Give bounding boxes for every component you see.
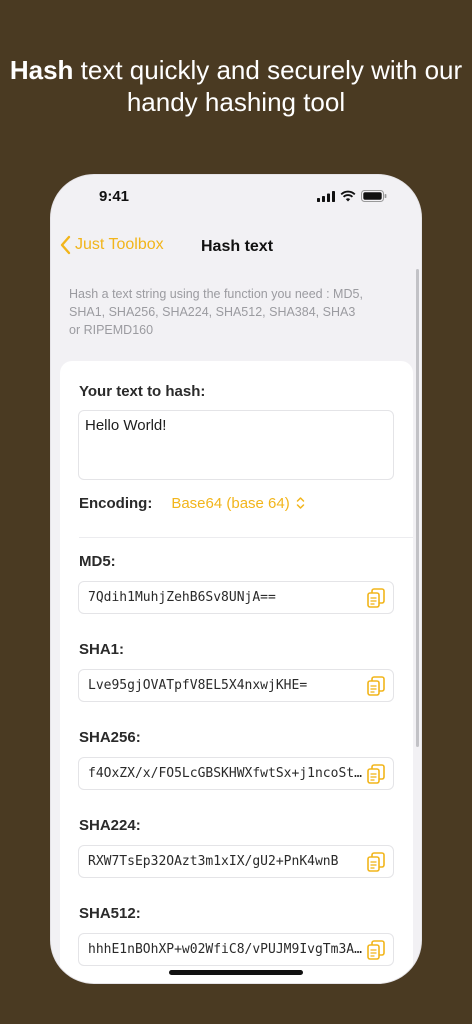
- status-bar: 9:41: [51, 175, 421, 219]
- phone-frame: 9:41 Just Toolbox Hash text Hash a text …: [50, 174, 422, 984]
- tool-description: Hash a text string using the function yo…: [69, 287, 363, 337]
- input-label: Your text to hash:: [79, 383, 206, 400]
- copy-icon: [367, 940, 385, 960]
- copy-icon: [367, 764, 385, 784]
- encoding-picker[interactable]: Base64 (base 64): [171, 495, 304, 512]
- text-to-hash-input[interactable]: Hello World!: [78, 410, 394, 480]
- status-time: 9:41: [99, 188, 130, 205]
- hash-output-md5[interactable]: 7Qdih1MuhjZehB6Sv8UNjA==: [78, 581, 394, 614]
- home-indicator[interactable]: [169, 970, 303, 975]
- copy-button-sha256[interactable]: [365, 763, 387, 785]
- promo-headline: Hash text quickly and securely with our …: [0, 54, 472, 118]
- hash-form-card: Your text to hash: Hello World! Encoding…: [60, 361, 413, 983]
- back-button[interactable]: Just Toolbox: [59, 235, 164, 255]
- encoding-value: Base64 (base 64): [171, 494, 290, 512]
- hash-label-md5: MD5:: [79, 553, 116, 570]
- chevron-left-icon: [60, 235, 71, 255]
- battery-icon: [361, 190, 387, 202]
- headline-rest: text quickly and securely with our handy…: [73, 55, 463, 117]
- hash-value-sha256: f4OxZX/x/FO5LcGBSKHWXfwtSx+j1ncoSt3SABJt…: [88, 766, 363, 781]
- copy-button-sha224[interactable]: [365, 851, 387, 873]
- hash-label-sha512: SHA512:: [79, 905, 141, 922]
- hash-value-sha512: hhhE1nBOhXP+w02WfiC8/vPUJM9IvgTm3AjyvVjH…: [88, 942, 363, 957]
- copy-button-sha1[interactable]: [365, 675, 387, 697]
- scrollbar[interactable]: [416, 269, 419, 747]
- navigation-bar: Just Toolbox Hash text: [51, 231, 421, 263]
- wifi-icon: [340, 190, 356, 202]
- hash-output-sha1[interactable]: Lve95gjOVATpfV8EL5X4nxwjKHE=: [78, 669, 394, 702]
- copy-button-md5[interactable]: [365, 587, 387, 609]
- copy-icon: [367, 588, 385, 608]
- hash-label-sha1: SHA1:: [79, 641, 125, 658]
- hash-output-sha512[interactable]: hhhE1nBOhXP+w02WfiC8/vPUJM9IvgTm3AjyvVjH…: [78, 933, 394, 966]
- headline-bold: Hash: [9, 55, 74, 85]
- copy-icon: [367, 676, 385, 696]
- hash-output-sha256[interactable]: f4OxZX/x/FO5LcGBSKHWXfwtSx+j1ncoSt3SABJt…: [78, 757, 394, 790]
- hash-label-sha224: SHA224:: [79, 817, 141, 834]
- chevron-up-down-icon: [296, 497, 304, 509]
- hash-value-sha224: RXW7TsEp32OAzt3m1xIX/gU2+PnK4wnB: [88, 854, 339, 869]
- hash-output-sha224[interactable]: RXW7TsEp32OAzt3m1xIX/gU2+PnK4wnB: [78, 845, 394, 878]
- back-button-label: Just Toolbox: [75, 236, 164, 253]
- hash-value-sha1: Lve95gjOVATpfV8EL5X4nxwjKHE=: [88, 678, 308, 693]
- encoding-row: Encoding: Base64 (base 64): [79, 492, 305, 514]
- signal-icon: [317, 190, 335, 202]
- hash-value-md5: 7Qdih1MuhjZehB6Sv8UNjA==: [88, 590, 276, 605]
- encoding-label: Encoding:: [79, 494, 153, 512]
- page-title: Hash text: [201, 238, 274, 255]
- hash-label-sha256: SHA256:: [79, 729, 141, 746]
- status-icons: [317, 190, 387, 202]
- divider: [79, 537, 413, 538]
- copy-icon: [367, 852, 385, 872]
- copy-button-sha512[interactable]: [365, 939, 387, 961]
